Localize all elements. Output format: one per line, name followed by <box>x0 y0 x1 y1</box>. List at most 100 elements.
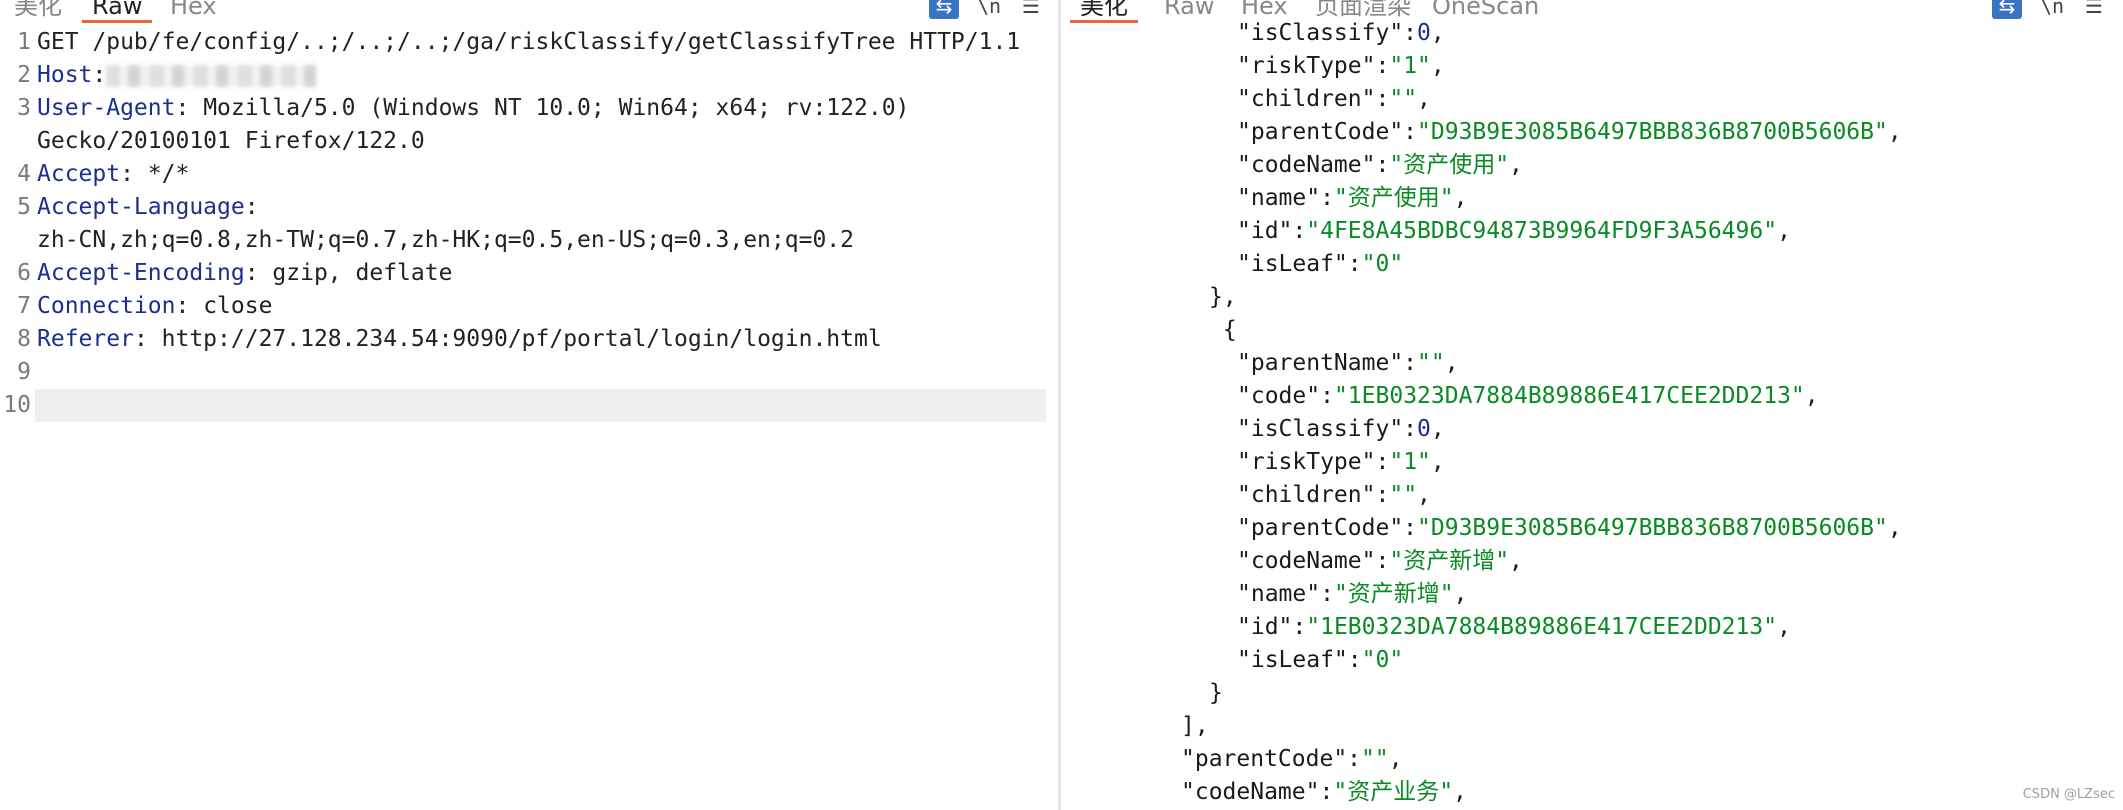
line-text: User-Agent: Mozilla/5.0 (Windows NT 10.0… <box>37 95 910 121</box>
header-name: Host <box>37 62 93 88</box>
line-numbers-icon[interactable]: \n <box>975 0 1003 19</box>
tab-raw[interactable]: Raw <box>82 0 153 23</box>
json-text: "codeName":"资产新增", <box>1237 548 1523 574</box>
json-text: "codeName":"资产使用", <box>1237 152 1523 178</box>
response-line: "codeName":"资产使用", <box>1061 149 2123 182</box>
json-text: "parentCode":"D93B9E3085B6497BBB836B8700… <box>1237 119 1902 145</box>
json-key: "isLeaf" <box>1237 647 1348 673</box>
json-text: "children":"", <box>1237 86 1431 112</box>
json-value: 0 <box>1417 20 1431 46</box>
json-value: "0" <box>1361 251 1404 277</box>
response-line: "parentCode":"D93B9E3085B6497BBB836B8700… <box>1061 512 2123 545</box>
response-line: "children":"", <box>1061 479 2123 512</box>
header-value: http://27.128.234.54:9090/pf/portal/logi… <box>161 326 882 352</box>
header-value: */* <box>147 161 190 187</box>
json-value: 0 <box>1417 416 1431 442</box>
json-key: "codeName" <box>1237 152 1376 178</box>
tab-hex[interactable]: Hex <box>160 0 227 23</box>
request-line: 6 Accept-Encoding: gzip, deflate <box>0 257 1058 290</box>
json-text: "name":"资产使用", <box>1237 185 1468 211</box>
tab-beautify[interactable]: 美化 <box>4 0 72 23</box>
json-key: "isClassify" <box>1237 20 1404 46</box>
json-key: "id" <box>1237 614 1293 640</box>
line-number: 9 <box>17 359 31 385</box>
json-value: "" <box>1389 86 1418 112</box>
json-text: "isClassify":0, <box>1237 20 1445 46</box>
json-text: ], <box>1181 713 1209 739</box>
redacted-host <box>106 64 317 87</box>
json-key: "name" <box>1237 581 1321 607</box>
json-value: "D93B9E3085B6497BBB836B8700B5606B" <box>1417 119 1888 145</box>
response-line: "name":"资产使用", <box>1061 182 2123 215</box>
line-text: Accept-Language: <box>37 194 259 220</box>
header-name: Accept-Language <box>37 194 245 220</box>
json-key: "children" <box>1237 482 1376 508</box>
json-text: "isLeaf":"0" <box>1237 647 1404 673</box>
request-line: 8 Referer: http://27.128.234.54:9090/pf/p… <box>0 323 1058 356</box>
response-line: "isClassify":0, <box>1061 413 2123 446</box>
response-line: "isClassify":0, <box>1061 17 2123 50</box>
json-key: "parentCode" <box>1237 119 1404 145</box>
response-line: "codeName":"资产业务", <box>1061 776 2123 809</box>
line-number: 4 <box>17 161 31 187</box>
json-value: "1" <box>1389 53 1431 79</box>
json-text: "codeName":"资产业务", <box>1181 779 1467 805</box>
json-key: "parentCode" <box>1181 746 1348 772</box>
header-name: Accept-Encoding <box>37 260 245 286</box>
response-line: "name":"资产新增", <box>1061 578 2123 611</box>
response-line: ], <box>1061 710 2123 743</box>
request-line: 1 GET /pub/fe/config/..;/..;/..;/ga/riskC… <box>0 26 1058 59</box>
json-value: "D93B9E3085B6497BBB836B8700B5606B" <box>1417 515 1888 541</box>
request-line: Gecko/20100101 Firefox/122.0 <box>0 125 1058 158</box>
json-text: "riskType":"1", <box>1237 53 1445 79</box>
wrap-lines-icon[interactable]: ⇆ <box>929 0 959 19</box>
header-name: Accept <box>37 161 121 187</box>
header-name: Referer <box>37 326 134 352</box>
json-key: "isClassify" <box>1237 416 1404 442</box>
json-key: "parentCode" <box>1237 515 1404 541</box>
response-line: "isLeaf":"0" <box>1061 644 2123 677</box>
json-text: } <box>1209 680 1223 706</box>
json-key: "codeName" <box>1237 548 1376 574</box>
response-pane: 美化 Raw Hex 页面渲染 OneScan ⇆ \n ☰ "isClassi… <box>1061 0 2123 810</box>
watermark: CSDN @LZsec <box>2022 787 2115 802</box>
request-line: 3 User-Agent: Mozilla/5.0 (Windows NT 10.… <box>0 92 1058 125</box>
json-value: "" <box>1361 746 1389 772</box>
request-line: 9 <box>0 356 1058 389</box>
menu-icon[interactable]: ☰ <box>1018 0 1044 19</box>
response-line: "parentCode":"D93B9E3085B6497BBB836B8700… <box>1061 116 2123 149</box>
json-text: "parentCode":"D93B9E3085B6497BBB836B8700… <box>1237 515 1902 541</box>
response-line: "riskType":"1", <box>1061 50 2123 83</box>
header-value: close <box>203 293 273 319</box>
line-number: 8 <box>17 326 31 352</box>
request-line: 10 <box>0 389 1058 422</box>
json-text: "isLeaf":"0" <box>1237 251 1404 277</box>
request-line: 2 Host: <box>0 59 1058 92</box>
json-value: "资产使用" <box>1389 152 1510 178</box>
response-line: "riskType":"1", <box>1061 446 2123 479</box>
header-name: User-Agent <box>37 95 176 121</box>
json-value: "" <box>1389 482 1418 508</box>
line-number: 1 <box>17 29 31 55</box>
request-tabs: 美化 Raw Hex <box>0 0 1058 23</box>
json-value: "资产新增" <box>1333 581 1454 607</box>
json-text: "code":"1EB0323DA7884B89886E417CEE2DD213… <box>1237 383 1819 409</box>
line-number: 10 <box>3 392 31 418</box>
response-line: "isLeaf":"0" <box>1061 248 2123 281</box>
line-number: 2 <box>17 62 31 88</box>
json-text: "name":"资产新增", <box>1237 581 1468 607</box>
json-value: "1" <box>1389 449 1431 475</box>
request-editor[interactable]: 1 GET /pub/fe/config/..;/..;/..;/ga/riskC… <box>0 26 1058 810</box>
response-line: "id":"4FE8A45BDBC94873B9964FD9F3A56496", <box>1061 215 2123 248</box>
line-text: Connection: close <box>37 293 273 319</box>
json-value: "0" <box>1361 647 1404 673</box>
json-value: "资产业务" <box>1333 779 1454 805</box>
json-value: "" <box>1417 350 1445 376</box>
json-key: "code" <box>1237 383 1321 409</box>
line-number: 6 <box>17 260 31 286</box>
response-line: "parentName":"", <box>1061 347 2123 380</box>
response-line: "id":"1EB0323DA7884B89886E417CEE2DD213", <box>1061 611 2123 644</box>
line-text: Referer: http://27.128.234.54:9090/pf/po… <box>37 326 882 352</box>
response-editor[interactable]: "isClassify":0, "riskType":"1", "children"… <box>1061 0 2123 810</box>
json-key: "codeName" <box>1181 779 1320 805</box>
